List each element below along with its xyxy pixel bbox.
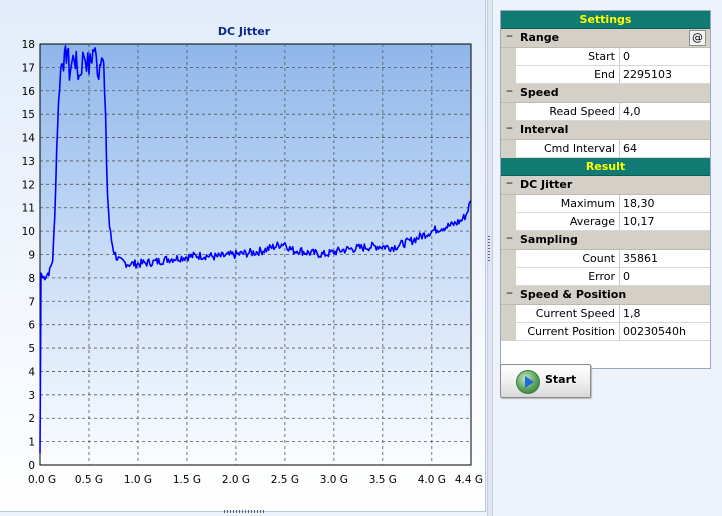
y-tick-label: 17 [22,62,35,74]
y-tick-label: 10 [22,226,35,238]
category-speed-position-title: Speed & Position [520,288,627,301]
y-tick-label: 15 [22,109,35,121]
x-tick-label: 0.5 G [75,474,103,486]
minus-toggle-icon[interactable]: − [505,235,514,244]
category-range-title: Range [520,31,560,44]
category-speed[interactable]: − Speed [501,84,710,103]
y-tick-label: 14 [22,133,36,145]
read-speed-label: Read Speed [516,103,620,121]
y-tick-label: 6 [28,320,35,332]
minus-toggle-icon[interactable]: − [505,88,514,97]
row-average: Average 10,17 [501,213,710,231]
cmd-interval-label: Cmd Interval [516,140,620,158]
category-dc-jitter-title: DC Jitter [520,178,573,191]
x-tick-label: 3.0 G [320,474,348,486]
start-button[interactable]: Start [500,364,591,398]
y-tick-label: 18 [22,39,35,51]
average-value: 10,17 [620,213,710,231]
row-read-speed: Read Speed 4,0 [501,103,710,121]
minus-toggle-icon[interactable]: − [505,33,514,42]
x-tick-label: 4.4 G [455,474,483,486]
category-speed-position[interactable]: − Speed & Position [501,286,710,305]
y-tick-label: 11 [22,203,35,215]
minus-toggle-icon[interactable]: − [505,125,514,134]
chart-title: DC Jitter [218,25,271,38]
x-tick-label: 4.0 G [418,474,446,486]
read-speed-value[interactable]: 4,0 [620,103,710,121]
x-tick-label: 3.5 G [369,474,397,486]
bottom-splitter-grip-icon[interactable] [224,510,264,513]
y-tick-label: 1 [28,437,35,449]
property-grid: Settings − Range @ Start 0 End 2295103 −… [500,10,711,369]
result-header: Result [501,158,710,176]
x-tick-label: 0.0 G [28,474,56,486]
current-speed-value: 1,8 [620,305,710,323]
cmd-interval-value[interactable]: 64 [620,140,710,158]
x-tick-label: 2.0 G [222,474,250,486]
category-range[interactable]: − Range @ [501,29,710,48]
maximum-label: Maximum [516,195,620,213]
row-error: Error 0 [501,268,710,286]
row-current-position: Current Position 00230540h [501,323,710,341]
start-label: Start [516,48,620,66]
average-label: Average [516,213,620,231]
right-pane: Settings − Range @ Start 0 End 2295103 −… [493,0,722,516]
x-tick-label: 2.5 G [271,474,299,486]
row-start: Start 0 [501,48,710,66]
error-value: 0 [620,268,710,286]
dc-jitter-chart: DC Jitter 0123456789101112131415161718 0… [22,25,483,486]
count-value: 35861 [620,250,710,268]
row-count: Count 35861 [501,250,710,268]
end-value[interactable]: 2295103 [620,66,710,84]
y-tick-label: 7 [28,296,35,308]
category-sampling-title: Sampling [520,233,578,246]
y-tick-label: 3 [28,390,35,402]
count-label: Count [516,250,620,268]
category-speed-title: Speed [520,86,559,99]
dc-jitter-chart-panel: DC Jitter 0 1 2 3 4 5 6 7 8 9 10 11 12 13 14 15 16 17 18 0… [0,0,486,512]
y-tick-label: 2 [28,413,35,425]
row-end: End 2295103 [501,66,710,84]
x-tick-label: 1.5 G [173,474,201,486]
x-tick-label: 1.0 G [124,474,152,486]
y-tick-label: 12 [22,179,35,191]
category-dc-jitter[interactable]: − DC Jitter [501,176,710,195]
splitter-grip-icon[interactable] [488,236,490,262]
x-axis-ticks: 0.0 G 0.5 G 1.0 G 1.5 G 2.0 G 2.5 G 3.0 G 3.5 G… [28,474,483,486]
y-tick-label: 8 [28,273,35,285]
settings-header: Settings [501,11,710,29]
minus-toggle-icon[interactable]: − [505,180,514,189]
row-current-speed: Current Speed 1,8 [501,305,710,323]
y-axis-ticks: 0123456789101112131415161718 [22,39,36,472]
category-interval[interactable]: − Interval [501,121,710,140]
error-label: Error [516,268,620,286]
current-position-label: Current Position [516,323,620,341]
start-value[interactable]: 0 [620,48,710,66]
y-tick-label: 16 [22,86,36,98]
category-interval-title: Interval [520,123,569,136]
maximum-value: 18,30 [620,195,710,213]
at-button[interactable]: @ [689,30,706,46]
y-tick-label: 13 [22,156,35,168]
current-position-value: 00230540h [620,323,710,341]
row-maximum: Maximum 18,30 [501,195,710,213]
play-icon [516,370,540,394]
current-speed-label: Current Speed [516,305,620,323]
y-tick-label: 4 [28,366,35,378]
y-tick-label: 5 [28,343,35,355]
end-label: End [516,66,620,84]
category-sampling[interactable]: − Sampling [501,231,710,250]
start-button-label: Start [545,373,577,386]
row-cmd-interval: Cmd Interval 64 [501,140,710,158]
minus-toggle-icon[interactable]: − [505,290,514,299]
y-tick-label: 0 [28,460,35,472]
y-tick-label: 9 [28,250,35,262]
